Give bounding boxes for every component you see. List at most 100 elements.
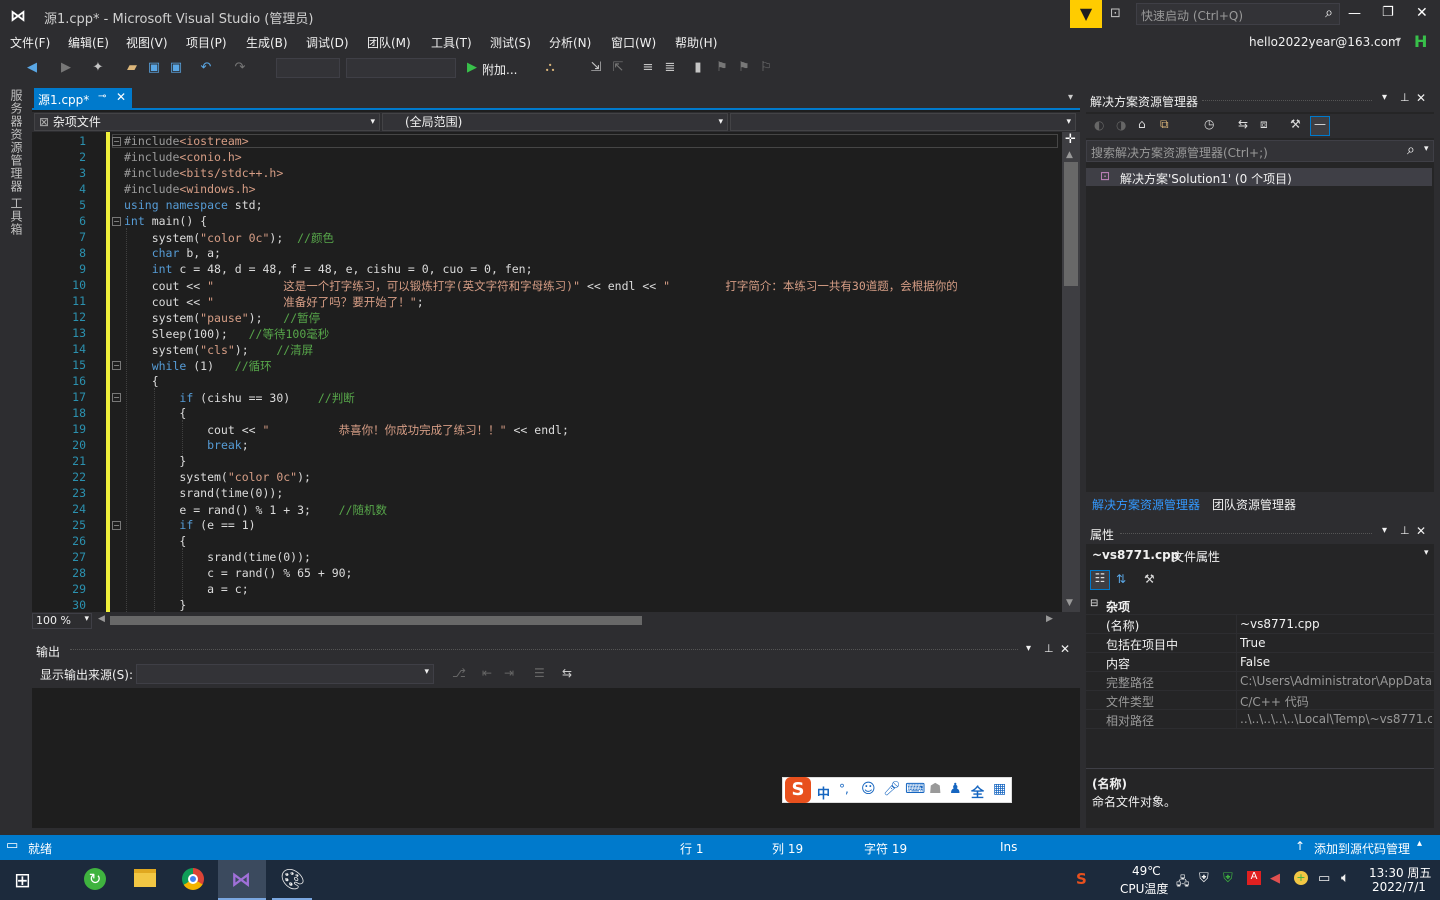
menu-analyze[interactable]: 分析(N) [549, 34, 591, 51]
taskbar-vs-active[interactable]: ⋈ [218, 860, 266, 900]
menu-debug[interactable]: 调试(D) [306, 34, 349, 51]
code-line[interactable]: #include<conio.h> [124, 150, 242, 164]
scroll-up-icon[interactable]: ▲ [1066, 150, 1073, 160]
solution-tree-item[interactable]: ⊡ 解决方案'Solution1' (0 个项目) [1086, 168, 1432, 186]
undo-icon[interactable]: ↶ [198, 60, 214, 76]
fold-marker-icon[interactable]: − [112, 361, 121, 370]
fold-marker-icon[interactable]: − [112, 393, 121, 402]
collapse-icon[interactable]: ⊟ [1090, 598, 1098, 609]
toolbox-tab[interactable]: 工具箱 [8, 197, 25, 236]
menu-view[interactable]: 视图(V) [126, 34, 168, 51]
close-button[interactable]: ✕ [1416, 5, 1428, 21]
back-icon[interactable]: ◐ [1094, 118, 1104, 132]
category-row[interactable]: ⊟ 杂项 [1086, 596, 1434, 615]
code-line[interactable]: } [124, 598, 186, 612]
menu-window[interactable]: 窗口(W) [611, 34, 656, 51]
code-line[interactable]: cout << " 这是一个打字练习，可以锻炼打字(英文字符和字母练习)" <<… [124, 278, 958, 294]
prev-bookmark-icon[interactable]: ⚑ [714, 60, 730, 76]
property-value[interactable]: True [1240, 636, 1432, 650]
solution-config-select[interactable] [276, 58, 340, 78]
tab-source1-cpp[interactable]: 源1.cpp* ⊸ ✕ [34, 88, 132, 110]
add-to-source-control[interactable]: 添加到源代码管理 [1314, 840, 1410, 857]
close-icon[interactable]: ✕ [1416, 91, 1426, 105]
code-line[interactable]: if (cishu == 30) //判断 [124, 390, 354, 406]
code-line[interactable]: #include<windows.h> [124, 182, 256, 196]
word-wrap-icon[interactable]: ⇆ [562, 666, 572, 680]
account-avatar[interactable]: H [1414, 32, 1432, 51]
collapse-all-icon[interactable]: ⧈ [1260, 117, 1268, 132]
tab-solution-explorer[interactable]: 解决方案资源管理器 [1092, 496, 1200, 513]
pin-icon[interactable]: ⊥ [1400, 91, 1410, 104]
chevron-down-icon[interactable]: ▾ [1424, 144, 1429, 154]
emoji-icon[interactable]: ☺ [861, 781, 876, 797]
panel-menu-icon[interactable]: ▾ [1382, 525, 1387, 536]
minimize-button[interactable]: — [1348, 6, 1361, 21]
code-line[interactable]: c = rand() % 65 + 90; [124, 566, 352, 580]
volume-tray-icon[interactable]: 🔈︎ [1341, 870, 1349, 886]
save-icon[interactable]: ▣ [146, 60, 162, 76]
code-line[interactable]: system("color 0c"); [124, 470, 311, 484]
menu-edit[interactable]: 编辑(E) [68, 34, 109, 51]
shield-tray-icon[interactable]: ⛨ [1199, 871, 1209, 886]
taskbar-app-360-icon[interactable]: ↻ [84, 868, 106, 890]
sogou-logo-icon[interactable]: S [785, 777, 811, 803]
property-row[interactable]: 完整路径 C:\Users\Administrator\AppData\ [1086, 672, 1434, 691]
property-value[interactable]: ..\..\..\..\..\Local\Temp\~vs8771.cp [1240, 712, 1432, 726]
menu-team[interactable]: 团队(M) [367, 34, 411, 51]
code-line[interactable]: system("cls"); //清屏 [124, 342, 314, 358]
pin-icon[interactable]: ⊸ [98, 91, 106, 102]
chevron-up-icon[interactable]: ▴ [1417, 838, 1422, 849]
antivirus-tray-icon[interactable]: A [1247, 871, 1261, 885]
output-window-icon[interactable]: ▭ [6, 838, 18, 853]
clock-time[interactable]: 13:30 周五 [1369, 864, 1431, 881]
sync-icon[interactable]: ⇆ [1238, 117, 1248, 131]
scroll-left-icon[interactable]: ◀ [98, 614, 105, 624]
open-file-icon[interactable]: ▰ [124, 60, 140, 76]
play-icon[interactable]: ▶ [464, 60, 480, 76]
sogou-tray-icon[interactable]: S [1076, 870, 1087, 888]
code-line[interactable]: using namespace std; [124, 198, 263, 212]
code-line[interactable]: char b, a; [124, 246, 221, 260]
prev-message-icon[interactable]: ⇤ [482, 666, 492, 680]
update-tray-icon[interactable]: + [1294, 871, 1308, 885]
alphabetical-icon[interactable]: ⇅ [1116, 572, 1126, 586]
account-dropdown-icon[interactable]: ▾ [1396, 35, 1401, 46]
property-pages-icon[interactable]: ⚒ [1144, 572, 1155, 586]
panel-menu-icon[interactable]: ▾ [1026, 643, 1031, 654]
horizontal-scroll-thumb[interactable] [110, 616, 642, 625]
solution-search-input[interactable]: 搜索解决方案资源管理器(Ctrl+;) ⌕ ▾ [1086, 140, 1434, 162]
security-tray-icon[interactable]: ⛨ [1223, 871, 1233, 886]
scroll-thumb[interactable] [1064, 162, 1078, 286]
skin-icon[interactable]: ♟ [949, 781, 962, 797]
property-value[interactable]: C:\Users\Administrator\AppData\ [1240, 674, 1432, 688]
keyboard-icon[interactable]: ⌨ [905, 781, 925, 797]
code-line[interactable]: #include<iostream> [124, 134, 249, 148]
properties-object-select[interactable]: ~vs8771.cpp 文件属性 ▾ [1086, 545, 1434, 565]
clock-date[interactable]: 2022/7/1 [1372, 880, 1426, 894]
find-message-icon[interactable]: ⎇ [452, 666, 466, 680]
step-out-icon[interactable]: ⇱ [610, 60, 626, 76]
next-bookmark-icon[interactable]: ⚑ [736, 60, 752, 76]
property-row[interactable]: 相对路径 ..\..\..\..\..\Local\Temp\~vs8771.cp [1086, 710, 1434, 729]
property-row[interactable]: 包括在项目中 True [1086, 634, 1434, 653]
code-area[interactable]: 1 #include<iostream> 2 #include<conio.h> 3 #i… [32, 132, 1080, 612]
clear-all-icon[interactable]: ☰ [534, 666, 545, 680]
output-text-area[interactable] [32, 688, 1080, 828]
menu-tools[interactable]: 工具(T) [431, 34, 472, 51]
zoom-dropdown[interactable]: 100 % ▾ [32, 613, 92, 629]
comment-icon[interactable]: ≡ [640, 60, 656, 76]
vs-logo-icon[interactable]: ⋈ [10, 7, 32, 25]
property-row[interactable]: (名称) ~vs8771.cpp [1086, 615, 1434, 634]
menu-build[interactable]: 生成(B) [246, 34, 288, 51]
next-message-icon[interactable]: ⇥ [504, 666, 514, 680]
pending-changes-icon[interactable]: ◷ [1204, 117, 1214, 131]
save-all-icon[interactable]: ▣ [168, 60, 184, 76]
toolbox-grid-icon[interactable]: ▦ [993, 781, 1006, 797]
close-icon[interactable]: ✕ [1416, 524, 1426, 538]
preview-icon[interactable]: — [1310, 116, 1330, 136]
property-row[interactable]: 内容 False [1086, 653, 1434, 672]
home-icon[interactable]: ⌂ [1138, 117, 1146, 131]
split-icon[interactable]: ✛ [1065, 132, 1076, 147]
bookmark-icon[interactable]: ▮ [690, 60, 706, 76]
forward-icon[interactable]: ▶ [58, 60, 74, 76]
